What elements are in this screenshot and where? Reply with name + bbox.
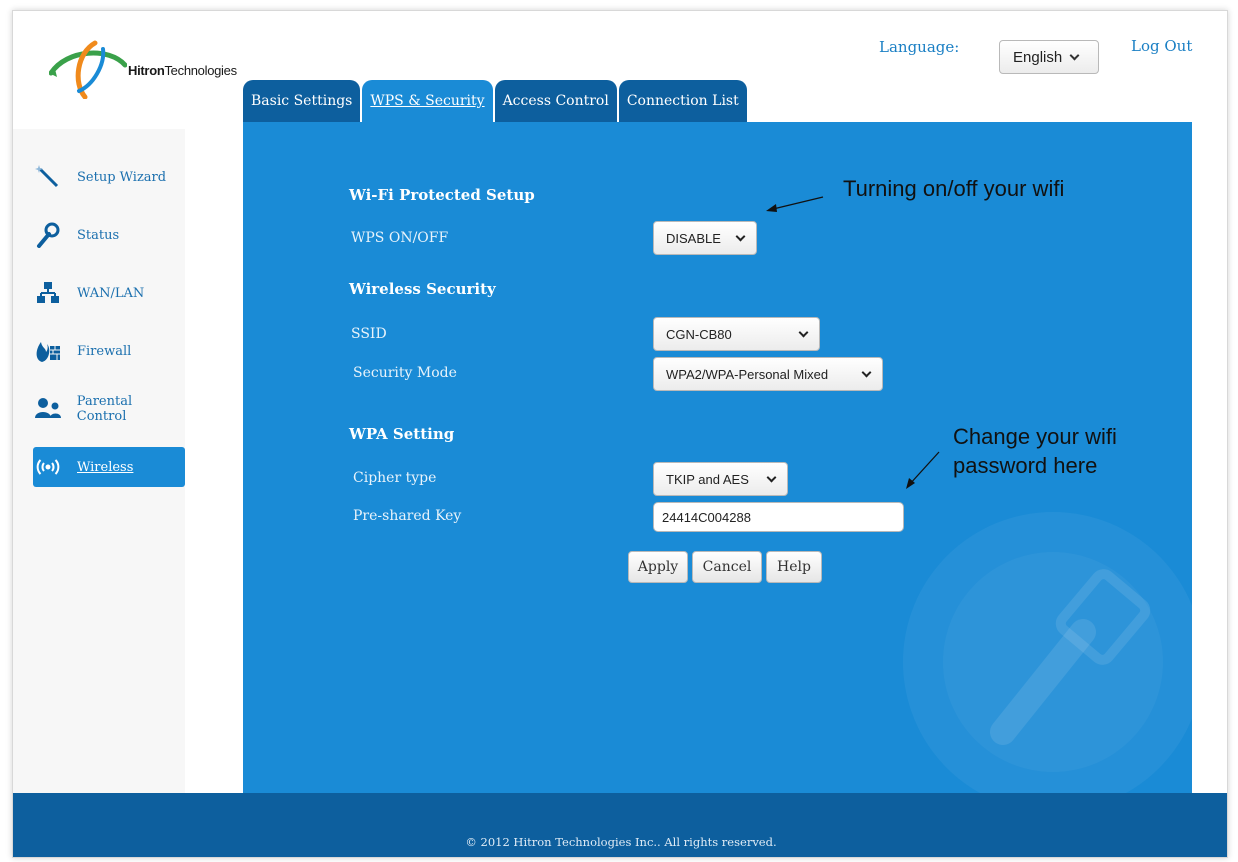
wps-onoff-select[interactable]: DISABLE [653,221,757,255]
chevron-down-icon [861,367,872,377]
logo-wordmark: HitronTechnologies [128,63,237,78]
sidebar-item-label: Status [77,227,120,243]
wrench-watermark-icon [903,512,1192,795]
cipher-type-label: Cipher type [353,470,437,486]
tab-access-control[interactable]: Access Control [494,80,617,122]
sidebar-item-label: Setup Wizard [77,169,167,185]
psk-label: Pre-shared Key [353,508,462,524]
security-mode-label: Security Mode [353,365,457,381]
wps-onoff-label: WPS ON/OFF [351,230,449,246]
copyright-text: © 2012 Hitron Technologies Inc.. All rig… [465,835,777,849]
cipher-type-select[interactable]: TKIP and AES [653,462,788,496]
network-icon [33,278,63,308]
tab-wps-security[interactable]: WPS & Security [362,80,493,122]
wand-icon [33,162,63,192]
sidebar-item-label: Wireless [77,459,134,475]
wireless-icon [33,452,63,482]
ssid-value: CGN-CB80 [666,326,732,342]
footer: © 2012 Hitron Technologies Inc.. All rig… [13,793,1227,857]
apply-button[interactable]: Apply [628,551,688,583]
wireless-security-title: Wireless Security [349,280,496,298]
chevron-down-icon [766,472,777,482]
wps-section-title: Wi-Fi Protected Setup [349,186,535,204]
wpa-setting-title: WPA Setting [349,425,455,443]
sidebar-item-label: Parental Control [76,394,133,424]
language-label: Language: [879,38,960,56]
sidebar-item-wireless[interactable]: Wireless [33,447,185,487]
sidebar-item-setup-wizard[interactable]: Setup Wizard [33,157,185,197]
password-annotation-line2: password here [953,453,1098,478]
language-value: English [1013,48,1063,66]
sidebar-item-wan-lan[interactable]: WAN/LAN [33,273,185,313]
wrench-icon [33,220,63,250]
cipher-type-value: TKIP and AES [666,471,749,487]
cancel-button[interactable]: Cancel [692,551,762,583]
ssid-select[interactable]: CGN-CB80 [653,317,820,351]
language-select[interactable]: English [999,40,1099,74]
wifi-toggle-annotation: Turning on/off your wifi [843,176,1065,201]
tab-bar: Basic Settings WPS & Security Access Con… [243,80,747,122]
password-annotation-line1: Change your wifi [953,424,1117,449]
hitron-logo-mark [49,40,127,99]
router-admin-window: HitronTechnologies Language: English Log… [12,10,1228,858]
tab-connection-list[interactable]: Connection List [618,80,747,122]
sidebar-item-status[interactable]: Status [33,215,185,255]
wps-onoff-value: DISABLE [666,230,721,246]
sidebar-item-label: WAN/LAN [77,285,145,301]
users-icon [33,394,63,424]
chevron-down-icon [798,327,809,337]
security-mode-select[interactable]: WPA2/WPA-Personal Mixed [653,357,883,391]
help-button[interactable]: Help [766,551,822,583]
sidebar-item-label: Firewall [77,343,132,359]
logout-link[interactable]: Log Out [1131,37,1192,55]
ssid-label: SSID [351,326,387,342]
security-mode-value: WPA2/WPA-Personal Mixed [666,366,829,382]
tab-basic-settings[interactable]: Basic Settings [243,80,361,122]
sidebar-item-firewall[interactable]: Firewall [33,331,185,371]
sidebar: Setup Wizard Status WAN/LAN Firewall Par… [13,129,185,793]
chevron-down-icon [735,231,746,241]
psk-input[interactable] [653,502,904,532]
chevron-down-icon [1069,50,1080,60]
sidebar-item-parental-control[interactable]: Parental Control [33,389,185,429]
firewall-icon [33,336,63,366]
